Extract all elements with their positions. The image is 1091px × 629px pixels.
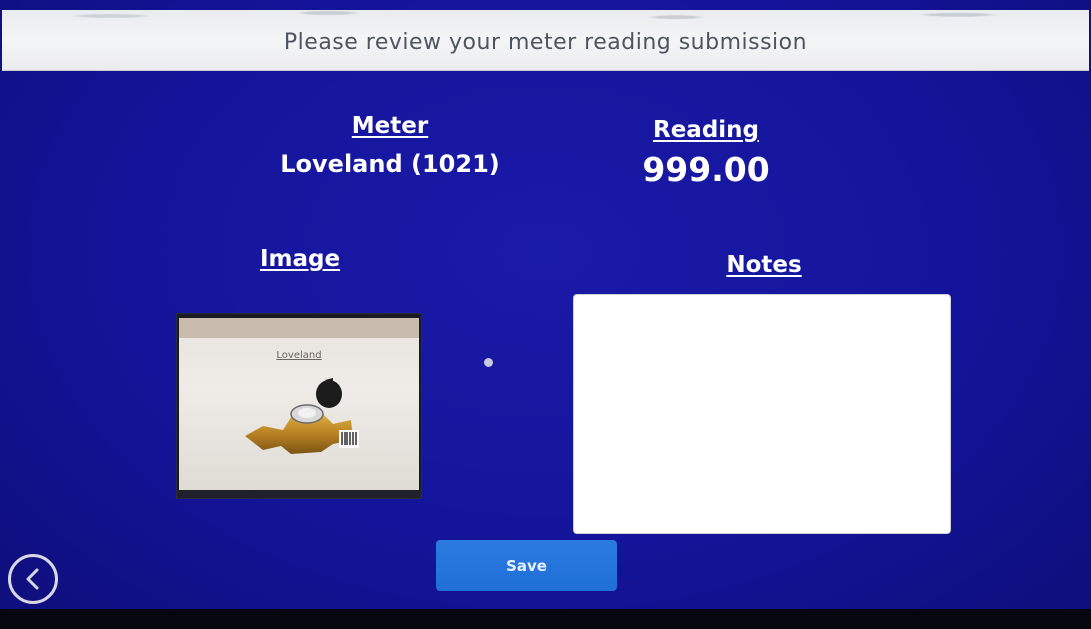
reading-value: 999.00 bbox=[642, 150, 770, 189]
review-screen: Please review your meter reading submiss… bbox=[0, 0, 1091, 629]
photo-caption: Loveland bbox=[276, 350, 322, 361]
chevron-left-icon bbox=[26, 568, 39, 590]
save-button[interactable]: Save bbox=[436, 540, 617, 591]
photo-taskbar bbox=[177, 490, 421, 498]
header-bar: Please review your meter reading submiss… bbox=[2, 10, 1089, 71]
photo-ribbon bbox=[179, 318, 419, 338]
bottom-bezel bbox=[0, 609, 1091, 629]
notes-label: Notes bbox=[726, 252, 802, 278]
meter-value: Loveland (1021) bbox=[280, 150, 500, 178]
notes-textarea[interactable] bbox=[573, 294, 951, 534]
photo-slide: Loveland bbox=[179, 318, 419, 492]
water-meter-icon bbox=[245, 378, 359, 454]
meter-photo[interactable]: Loveland bbox=[176, 313, 422, 499]
meter-label: Meter bbox=[351, 113, 429, 139]
reading-label: Reading bbox=[652, 117, 759, 143]
back-button[interactable] bbox=[8, 554, 58, 604]
page-title: Please review your meter reading submiss… bbox=[283, 30, 808, 55]
image-label: Image bbox=[259, 246, 341, 272]
page-indicator-dot bbox=[484, 358, 493, 367]
